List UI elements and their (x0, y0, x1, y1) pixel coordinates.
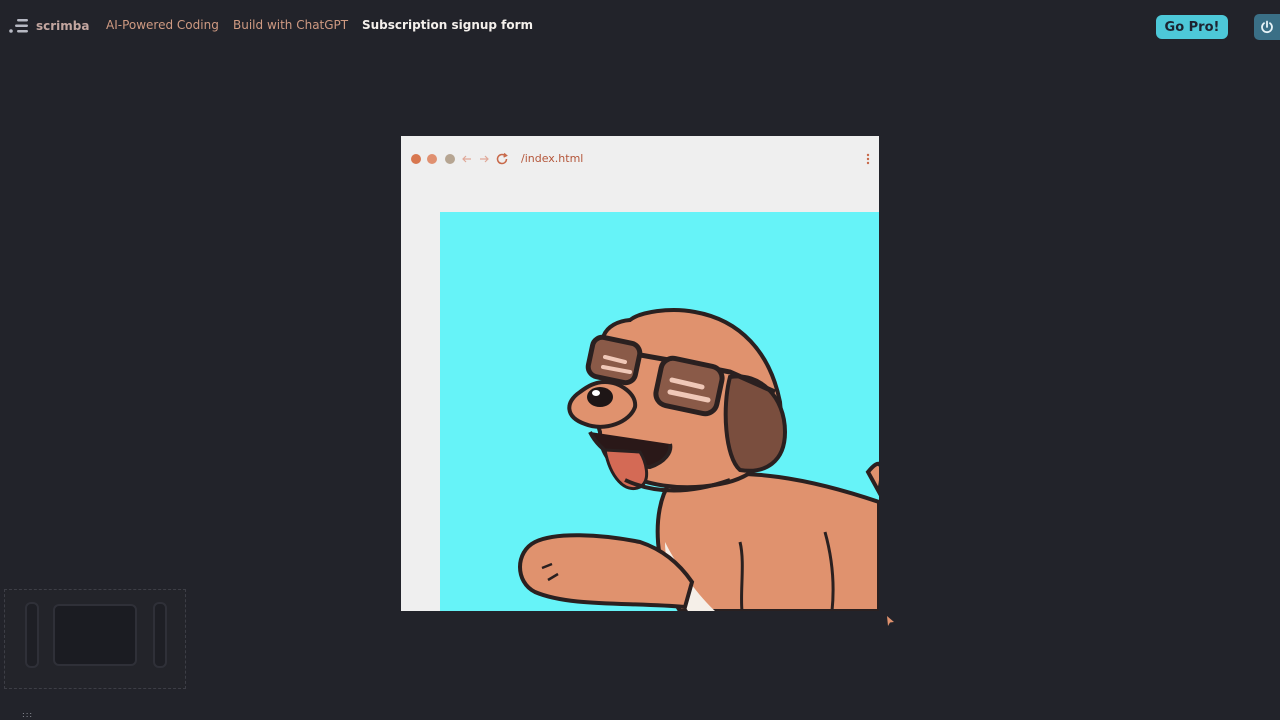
reload-icon[interactable] (495, 152, 509, 166)
pip-right-panel (153, 602, 167, 668)
url-bar[interactable]: /index.html (521, 152, 583, 165)
arrow-right-icon[interactable] (478, 152, 490, 166)
breadcrumb-current: Subscription signup form (362, 18, 534, 32)
window-close-dot[interactable] (411, 154, 421, 164)
go-pro-button[interactable]: Go Pro! (1156, 15, 1228, 39)
browser-preview: /index.html (401, 136, 879, 611)
scrimba-logo[interactable]: scrimba (8, 16, 89, 36)
breadcrumb-course[interactable]: AI-Powered Coding (106, 18, 219, 32)
drag-handle-icon[interactable]: ::: (22, 711, 36, 719)
top-bar: scrimba AI-Powered Coding Build with Cha… (0, 0, 1280, 52)
power-icon (1261, 20, 1273, 34)
window-maximize-dot[interactable] (445, 154, 455, 164)
dog-illustration (518, 308, 879, 611)
logo-text: scrimba (36, 19, 90, 33)
pip-left-panel (25, 602, 39, 668)
power-button[interactable] (1254, 14, 1280, 40)
breadcrumb-module[interactable]: Build with ChatGPT (233, 18, 348, 32)
window-minimize-dot[interactable] (427, 154, 437, 164)
pip-screen (53, 604, 137, 666)
preview-viewport (440, 212, 879, 611)
mouse-cursor-icon (887, 616, 894, 626)
scrimba-logo-icon (9, 19, 28, 33)
kebab-menu-icon[interactable] (864, 151, 872, 167)
browser-toolbar: /index.html (401, 136, 879, 182)
arrow-left-icon[interactable] (461, 152, 473, 166)
video-thumbnail-placeholder (4, 589, 186, 689)
